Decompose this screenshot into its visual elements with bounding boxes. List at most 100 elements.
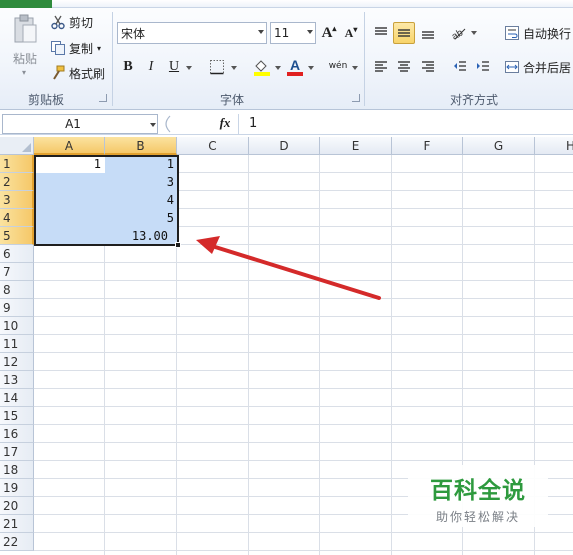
row-header-16[interactable]: 16 (0, 425, 34, 443)
text-orientation-icon: ab (450, 27, 465, 41)
orientation-dropdown-icon[interactable] (471, 31, 477, 35)
row-header-14[interactable]: 14 (0, 389, 34, 407)
gridline-horizontal (34, 262, 573, 263)
align-middle-icon (398, 29, 410, 37)
selection-border (34, 155, 179, 246)
ribbon-tab-strip (0, 0, 573, 8)
row-header-13[interactable]: 13 (0, 371, 34, 389)
row-header-20[interactable]: 20 (0, 497, 34, 515)
borders-button[interactable] (206, 56, 228, 78)
cut-button[interactable]: 剪切 (50, 12, 93, 32)
font-family-select[interactable]: 宋体 (117, 22, 267, 44)
underline-dropdown-icon[interactable] (186, 66, 192, 70)
row-header-17[interactable]: 17 (0, 443, 34, 461)
row-header-7[interactable]: 7 (0, 263, 34, 281)
insert-function-button[interactable]: fx (215, 115, 235, 133)
fill-handle[interactable] (175, 242, 181, 248)
row-header-15[interactable]: 15 (0, 407, 34, 425)
font-size-select[interactable]: 11 (270, 22, 316, 44)
bold-button[interactable]: B (117, 56, 139, 78)
svg-text:A: A (290, 58, 300, 73)
gridline-horizontal (34, 298, 573, 299)
merge-center-button[interactable]: 合并后居 (504, 57, 571, 77)
column-header-b[interactable]: B (105, 137, 177, 155)
paste-dropdown-icon[interactable]: ▾ (22, 68, 26, 77)
borders-dropdown-icon[interactable] (231, 66, 237, 70)
watermark: 百科全说 助你轻松解决 (408, 465, 548, 527)
row-header-22[interactable]: 22 (0, 533, 34, 551)
gridline-vertical (391, 155, 392, 555)
row-header-9[interactable]: 9 (0, 299, 34, 317)
font-dialog-launcher-icon[interactable] (352, 94, 360, 102)
row-header-2[interactable]: 2 (0, 173, 34, 191)
grow-font-button[interactable]: A▴ (318, 22, 340, 44)
gridline-horizontal (34, 388, 573, 389)
column-header-c[interactable]: C (177, 137, 249, 155)
row-header-10[interactable]: 10 (0, 317, 34, 335)
name-box[interactable]: A1 (2, 114, 158, 134)
phonetic-guide-button[interactable]: wén (326, 55, 350, 77)
align-middle-button[interactable] (393, 22, 415, 44)
phonetic-guide-icon: wén (328, 60, 348, 71)
formula-input[interactable]: 1 (238, 114, 571, 134)
font-color-button[interactable]: A (284, 56, 306, 78)
clipboard-group-label: 剪贴板 (27, 93, 64, 107)
increase-indent-button[interactable] (472, 56, 494, 78)
shrink-font-button[interactable]: A▾ (340, 22, 362, 44)
row-header-11[interactable]: 11 (0, 335, 34, 353)
column-header-d[interactable]: D (249, 137, 320, 155)
wrap-text-button[interactable]: 自动换行 (504, 23, 571, 43)
file-tab[interactable] (0, 0, 52, 8)
row-header-21[interactable]: 21 (0, 515, 34, 533)
font-color-dropdown-icon[interactable] (308, 66, 314, 70)
italic-button[interactable]: I (140, 56, 162, 78)
format-painter-button[interactable]: 格式刷 (50, 63, 105, 83)
row-header-19[interactable]: 19 (0, 479, 34, 497)
shrink-font-icon: A▾ (344, 25, 358, 40)
gridline-horizontal (34, 406, 573, 407)
row-header-1[interactable]: 1 (0, 155, 34, 173)
fill-color-button[interactable] (251, 56, 273, 78)
column-header-f[interactable]: F (392, 137, 463, 155)
orientation-button[interactable]: ab (448, 22, 470, 44)
scissors-icon (51, 15, 65, 30)
align-left-icon (375, 61, 387, 72)
merge-center-label: 合并后居 (523, 60, 572, 75)
paste-label: 粘贴 (12, 52, 37, 66)
chevron-down-icon[interactable] (150, 123, 156, 127)
paste-button[interactable]: 粘贴 ▾ (6, 14, 44, 80)
formula-bar-splitter-icon[interactable] (160, 115, 174, 133)
gridline-horizontal (34, 532, 573, 533)
chevron-down-icon (307, 30, 313, 34)
align-top-button[interactable] (370, 22, 392, 44)
row-header-6[interactable]: 6 (0, 245, 34, 263)
gridline-horizontal (34, 352, 573, 353)
row-header-4[interactable]: 4 (0, 209, 34, 227)
font-color-icon: A (287, 58, 303, 76)
align-right-icon (422, 61, 434, 72)
align-center-button[interactable] (393, 56, 415, 78)
column-header-a[interactable]: A (34, 137, 105, 155)
column-header-e[interactable]: E (320, 137, 392, 155)
copy-dropdown-icon[interactable]: ▾ (97, 44, 101, 53)
align-bottom-button[interactable] (417, 22, 439, 44)
column-header-h[interactable]: H (535, 137, 573, 155)
clipboard-dialog-launcher-icon[interactable] (99, 94, 107, 102)
underline-button[interactable]: U (163, 56, 185, 78)
select-all-icon (22, 143, 31, 152)
row-header-18[interactable]: 18 (0, 461, 34, 479)
align-left-button[interactable] (370, 56, 392, 78)
fill-color-dropdown-icon[interactable] (275, 66, 281, 70)
select-all-button[interactable] (0, 137, 34, 155)
row-header-5[interactable]: 5 (0, 227, 34, 245)
copy-button[interactable]: 复制 ▾ (50, 38, 101, 58)
align-right-button[interactable] (417, 56, 439, 78)
ribbon: 粘贴 ▾ 剪切 复制 ▾ 格式刷 剪贴板 宋体 11 A▴ A▾ B I U A… (0, 0, 573, 110)
row-header-3[interactable]: 3 (0, 191, 34, 209)
decrease-indent-button[interactable] (449, 56, 471, 78)
row-header-12[interactable]: 12 (0, 353, 34, 371)
wrap-text-label: 自动换行 (523, 26, 572, 41)
column-header-g[interactable]: G (463, 137, 535, 155)
phonetic-dropdown-icon[interactable] (352, 66, 358, 70)
row-header-8[interactable]: 8 (0, 281, 34, 299)
